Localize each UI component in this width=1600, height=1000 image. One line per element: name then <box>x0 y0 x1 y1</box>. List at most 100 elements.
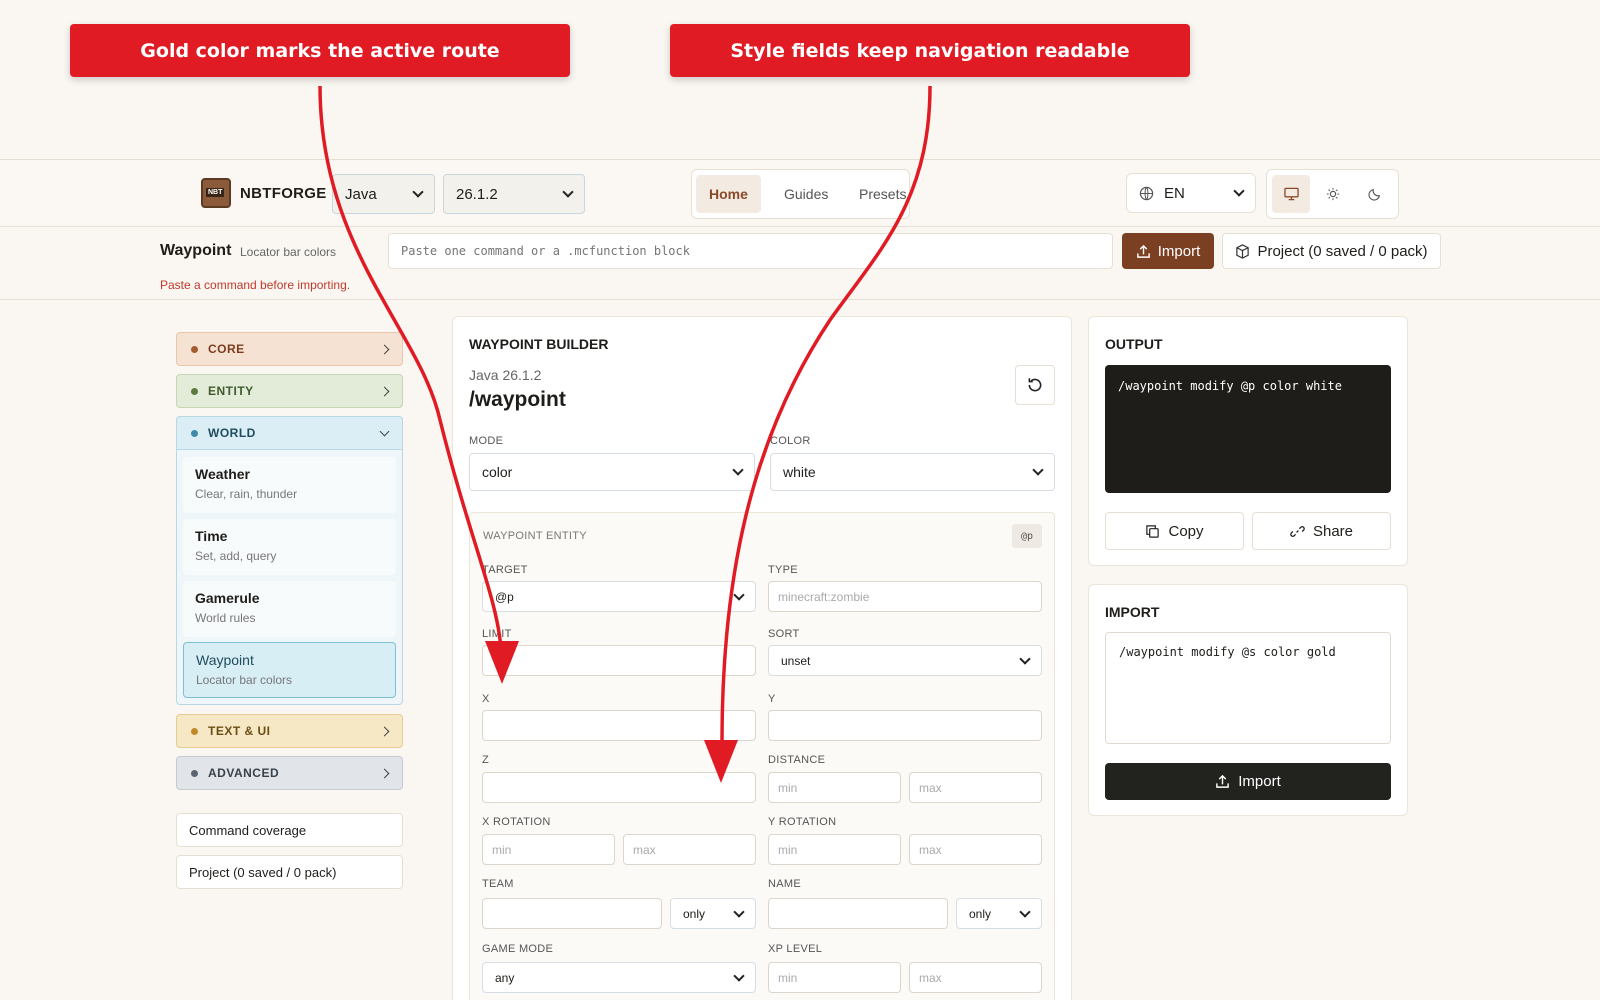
z-input[interactable] <box>482 772 756 803</box>
page-title: Waypoint <box>160 242 232 259</box>
team-mode-value: only <box>683 906 706 921</box>
import-textarea[interactable]: /waypoint modify @s color gold <box>1105 632 1391 744</box>
command-paste-input[interactable] <box>388 233 1113 269</box>
chevron-right-icon <box>379 344 390 354</box>
category-text-ui[interactable]: TEXT & UI <box>176 714 403 748</box>
project-button[interactable]: Project (0 saved / 0 pack) <box>1222 233 1441 269</box>
xp-level-max-input[interactable]: max <box>909 962 1042 993</box>
globe-icon <box>1139 186 1154 200</box>
sort-select[interactable]: unset <box>768 645 1042 676</box>
game-mode-label: GAME MODE <box>482 943 554 955</box>
top-navigation-bar: NBT NBTFORGE Java 26.1.2 Home Guides Pre… <box>0 159 1600 227</box>
sidebar-item-waypoint[interactable]: Waypoint Locator bar colors <box>183 642 396 698</box>
color-select[interactable]: white <box>770 453 1055 491</box>
sidebar-item-subtitle: World rules <box>195 611 256 625</box>
chevron-down-icon <box>562 186 574 198</box>
x-rotation-label: X ROTATION <box>482 816 551 828</box>
y-rotation-min-input[interactable]: min <box>768 834 901 865</box>
x-rotation-min-input[interactable]: min <box>482 834 615 865</box>
category-dot <box>191 387 198 395</box>
chevron-down-icon <box>1019 652 1031 665</box>
project-button-label: Project (0 saved / 0 pack) <box>1257 242 1428 260</box>
output-command[interactable]: /waypoint modify @p color white <box>1105 365 1391 493</box>
sidebar-item-time[interactable]: Time Set, add, query <box>183 519 396 575</box>
target-select[interactable]: @p <box>482 581 756 612</box>
reset-button[interactable] <box>1015 365 1055 405</box>
y-rotation-max-input[interactable]: max <box>909 834 1042 865</box>
category-core[interactable]: CORE <box>176 332 403 366</box>
distance-min-input[interactable]: min <box>768 772 901 803</box>
import-button-label: Import <box>1157 242 1201 260</box>
builder-command: /waypoint <box>469 388 566 411</box>
chevron-down-icon <box>732 464 744 476</box>
moon-icon <box>1368 188 1381 201</box>
brand-name[interactable]: NBTFORGE <box>240 185 327 202</box>
x-input[interactable] <box>482 710 756 741</box>
import-button[interactable]: Import <box>1122 233 1214 269</box>
copy-button[interactable]: Copy <box>1105 512 1244 550</box>
y-rotation-label: Y ROTATION <box>768 816 837 828</box>
theme-system-button[interactable] <box>1272 175 1310 213</box>
category-label: WORLD <box>208 426 256 440</box>
chevron-down-icon <box>1019 905 1031 918</box>
theme-light-button[interactable] <box>1314 175 1352 213</box>
game-mode-select[interactable]: any <box>482 962 756 993</box>
sidebar-item-title: Time <box>195 528 228 544</box>
y-label: Y <box>768 693 776 705</box>
divider <box>0 299 1600 300</box>
tab-guides[interactable]: Guides <box>771 175 841 213</box>
output-title: OUTPUT <box>1105 336 1163 352</box>
logo-text: NBT <box>206 188 225 197</box>
sidebar-item-subtitle: Set, add, query <box>195 549 277 563</box>
sidebar-item-subtitle: Clear, rain, thunder <box>195 487 298 501</box>
share-label: Share <box>1312 522 1354 540</box>
annotation-text: Style fields keep navigation readable <box>730 39 1130 62</box>
sidebar-item-gamerule[interactable]: Gamerule World rules <box>183 581 396 637</box>
category-entity[interactable]: ENTITY <box>176 374 403 408</box>
category-world[interactable]: WORLD <box>176 416 403 450</box>
x-rotation-max-input[interactable]: max <box>623 834 756 865</box>
command-coverage-link[interactable]: Command coverage <box>176 813 403 847</box>
tab-home[interactable]: Home <box>696 175 761 213</box>
y-input[interactable] <box>768 710 1042 741</box>
project-link[interactable]: Project (0 saved / 0 pack) <box>176 855 403 889</box>
type-input[interactable]: minecraft:zombie <box>768 581 1042 612</box>
nbt-logo-icon[interactable]: NBT <box>201 178 231 208</box>
main-nav-tabs: Home Guides Presets <box>691 169 910 219</box>
team-mode-select[interactable]: only <box>670 898 756 929</box>
language-select[interactable]: EN <box>1126 173 1256 213</box>
mode-select[interactable]: color <box>469 453 755 491</box>
distance-max-input[interactable]: max <box>909 772 1042 803</box>
color-value: white <box>783 464 816 480</box>
name-label: NAME <box>768 878 801 890</box>
target-label: TARGET <box>482 564 528 576</box>
builder-version: Java 26.1.2 <box>469 367 542 383</box>
builder-title: WAYPOINT BUILDER <box>469 336 609 352</box>
name-mode-select[interactable]: only <box>956 898 1042 929</box>
package-icon <box>1236 243 1250 259</box>
category-advanced[interactable]: ADVANCED <box>176 756 403 790</box>
selector-badge: @p <box>1012 524 1042 548</box>
limit-input[interactable] <box>482 645 756 676</box>
edition-select[interactable]: Java <box>332 174 435 214</box>
team-input[interactable] <box>482 898 662 929</box>
chevron-down-icon <box>733 588 745 601</box>
annotation-text: Gold color marks the active route <box>140 39 500 62</box>
tab-presets[interactable]: Presets <box>846 175 909 213</box>
share-button[interactable]: Share <box>1252 512 1391 550</box>
theme-dark-button[interactable] <box>1356 175 1394 213</box>
chevron-down-icon <box>733 969 745 982</box>
sort-label: SORT <box>768 628 800 640</box>
import-panel-button[interactable]: Import <box>1105 763 1391 800</box>
sidebar-item-weather[interactable]: Weather Clear, rain, thunder <box>183 457 396 513</box>
version-select[interactable]: 26.1.2 <box>443 174 585 214</box>
category-dot <box>191 345 198 353</box>
version-value: 26.1.2 <box>456 185 498 203</box>
reset-icon <box>1028 378 1042 392</box>
xp-level-min-input[interactable]: min <box>768 962 901 993</box>
name-input[interactable] <box>768 898 948 929</box>
xp-level-label: XP LEVEL <box>768 943 823 955</box>
category-label: TEXT & UI <box>208 724 271 738</box>
category-label: ENTITY <box>208 384 254 398</box>
mode-label: MODE <box>469 435 504 447</box>
